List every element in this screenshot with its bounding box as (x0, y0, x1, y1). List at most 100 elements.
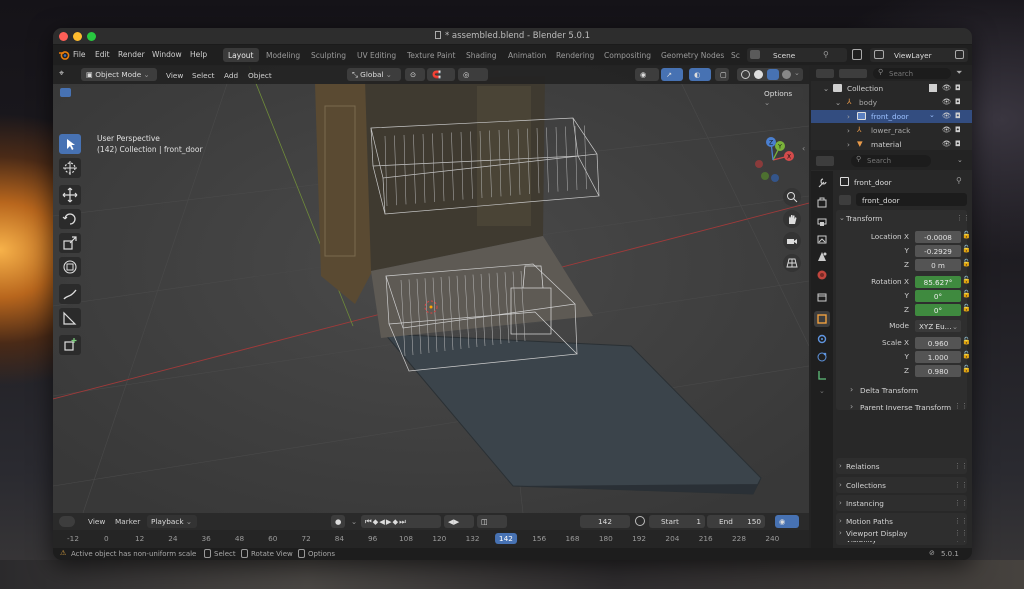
jump-end-icon[interactable]: ⏭ (399, 517, 407, 526)
rotate-tool[interactable] (59, 209, 81, 229)
collections-panel[interactable]: › Collections ⋮⋮ (836, 477, 968, 493)
chevron-down-icon[interactable]: ⌄ (794, 69, 800, 77)
eye-icon[interactable]: 👁 (942, 139, 951, 148)
tab-texture-paint[interactable]: Texture Paint (402, 48, 460, 62)
blender-logo-icon[interactable] (58, 49, 70, 61)
zoom-view-button[interactable] (783, 188, 801, 206)
select-box-tool[interactable] (59, 134, 81, 154)
tab-view-layer[interactable] (814, 231, 830, 247)
location-z-field[interactable]: 0 m (915, 259, 961, 271)
tab-more[interactable]: ⌄ (814, 385, 830, 401)
options-dropdown[interactable]: Options ⌄ (759, 87, 803, 107)
3d-viewport[interactable]: ⌖ ▣ Object Mode ⌄ View Select Add Object… (53, 66, 809, 513)
view-object-types-icon[interactable]: ◉ (635, 68, 659, 81)
outliner-search-input[interactable]: ⚲ Search (873, 68, 951, 79)
show-gizmo-icon[interactable]: ↗ (661, 68, 683, 81)
display-mode-icon[interactable] (839, 69, 867, 78)
scene-statistics-icon[interactable]: ⊘ (929, 549, 935, 557)
current-frame-indicator[interactable]: 142 (494, 533, 517, 544)
tab-object[interactable] (814, 311, 830, 327)
camera-render-icon[interactable]: ◘ (955, 97, 961, 106)
keying-icon[interactable]: ◫ (477, 515, 507, 528)
cursor-tool[interactable] (59, 158, 81, 178)
menu-edit[interactable]: Edit (95, 50, 110, 59)
keyframe-prev-next-icon[interactable]: ◀▶ (444, 515, 474, 528)
tab-collection[interactable] (814, 289, 830, 305)
outliner-row-collection[interactable]: ⌄ Collection 👁 ◘ (811, 82, 972, 95)
pin-icon[interactable]: ⚲ (956, 176, 962, 185)
camera-render-icon[interactable]: ◘ (955, 139, 961, 148)
parent-inverse-subpanel[interactable]: › Parent Inverse Transform ⋮⋮ (848, 400, 968, 413)
rotation-mode-dropdown[interactable]: XYZ Eu... ⌄ (915, 320, 961, 332)
end-frame-field[interactable]: End 150 (707, 515, 765, 528)
tab-animation[interactable]: Animation (503, 48, 551, 62)
rotation-y-field[interactable]: 0° (915, 290, 961, 302)
tab-shading[interactable]: Shading (461, 48, 501, 62)
scale-x-field[interactable]: 0.960 (915, 337, 961, 349)
tab-uv-editing[interactable]: UV Editing (352, 48, 401, 62)
menu-window[interactable]: Window (152, 50, 182, 59)
tab-layout[interactable]: Layout (223, 48, 259, 62)
wireframe-shading-icon[interactable] (741, 70, 750, 79)
camera-view-button[interactable] (783, 232, 801, 250)
chevron-right-icon[interactable]: › (847, 112, 850, 121)
timeline-menu-view[interactable]: View (88, 517, 105, 526)
checkbox-icon[interactable] (929, 84, 937, 92)
chevron-down-icon[interactable]: ⌄ (347, 515, 357, 528)
editor-type-icon[interactable]: ⌖ (59, 69, 64, 79)
viewport-menu-select[interactable]: Select (192, 71, 215, 80)
rotation-x-field[interactable]: 85.627° (915, 276, 961, 288)
outliner-row-front-door[interactable]: › front_door ⌄ 👁 ◘ (811, 110, 972, 123)
show-overlays-icon[interactable]: ◐ (689, 68, 711, 81)
viewport-menu-view[interactable]: View (166, 71, 183, 80)
viewport-menu-add[interactable]: Add (224, 71, 238, 80)
xray-icon[interactable]: ▢ (715, 68, 729, 81)
lock-icon[interactable]: 🔓 (962, 351, 971, 359)
chevron-down-icon[interactable]: ⌄ (839, 214, 845, 222)
scene-selector[interactable]: Scene ⚲ (747, 48, 847, 62)
outliner-editor-type-icon[interactable] (816, 69, 834, 78)
tab-constraints[interactable] (814, 367, 830, 383)
pan-view-button[interactable] (783, 210, 801, 228)
viewport-menu-object[interactable]: Object (248, 71, 272, 80)
rendered-shading-icon[interactable] (782, 70, 791, 79)
menu-help[interactable]: Help (190, 50, 207, 59)
properties-search-input[interactable]: ⚲ Search (851, 155, 931, 167)
chevron-down-icon[interactable]: ⌄ (823, 84, 829, 93)
outliner-row-material[interactable]: › ▼ material 👁 ◘ (811, 138, 972, 150)
object-name-field[interactable]: front_door (856, 193, 967, 206)
scale-z-field[interactable]: 0.980 (915, 365, 961, 377)
lock-icon[interactable]: 🔓 (962, 365, 971, 373)
move-tool[interactable] (59, 185, 81, 205)
relations-panel[interactable]: › Relations ⋮⋮ (836, 458, 968, 474)
lock-icon[interactable]: 🔓 (962, 245, 971, 253)
timeline-menu-marker[interactable]: Marker (115, 517, 140, 526)
chevron-right-icon[interactable]: › (847, 126, 850, 135)
new-view-layer-icon[interactable] (955, 50, 964, 59)
location-x-field[interactable]: -0.0008 (915, 231, 961, 243)
selection-mode-group[interactable] (59, 87, 119, 98)
menu-render[interactable]: Render (118, 50, 145, 59)
material-preview-shading-icon[interactable] (767, 69, 779, 80)
drag-handle-icon[interactable]: ⋮⋮ (956, 214, 970, 222)
sidebar-toggle-icon[interactable]: ‹ (802, 144, 805, 153)
add-cube-tool[interactable] (59, 335, 81, 355)
record-icon[interactable]: ● (331, 515, 345, 528)
tab-scripting[interactable]: Sc (726, 48, 745, 62)
current-frame-field[interactable]: 142 (580, 515, 630, 528)
tab-output[interactable] (814, 213, 830, 229)
tab-modeling[interactable]: Modeling (261, 48, 305, 62)
properties-editor-type-icon[interactable] (816, 156, 834, 166)
object-mode-dropdown[interactable]: ▣ Object Mode ⌄ (81, 68, 157, 81)
tab-tool[interactable] (814, 175, 830, 191)
clock-icon[interactable] (635, 516, 645, 526)
proportional-edit-icon[interactable]: ◎ (458, 68, 488, 81)
tab-geometry-nodes[interactable]: Geometry Nodes (656, 48, 729, 62)
menu-file[interactable]: File (73, 50, 86, 59)
tab-scene[interactable] (814, 249, 830, 265)
annotate-tool[interactable] (59, 284, 81, 304)
new-scene-icon[interactable] (852, 49, 862, 60)
filter-icon[interactable]: ⏷ (956, 68, 962, 78)
outliner-row-lower-rack[interactable]: › ⅄ lower_rack 👁 ◘ (811, 124, 972, 137)
play-reverse-icon[interactable]: ◀ (379, 517, 386, 526)
